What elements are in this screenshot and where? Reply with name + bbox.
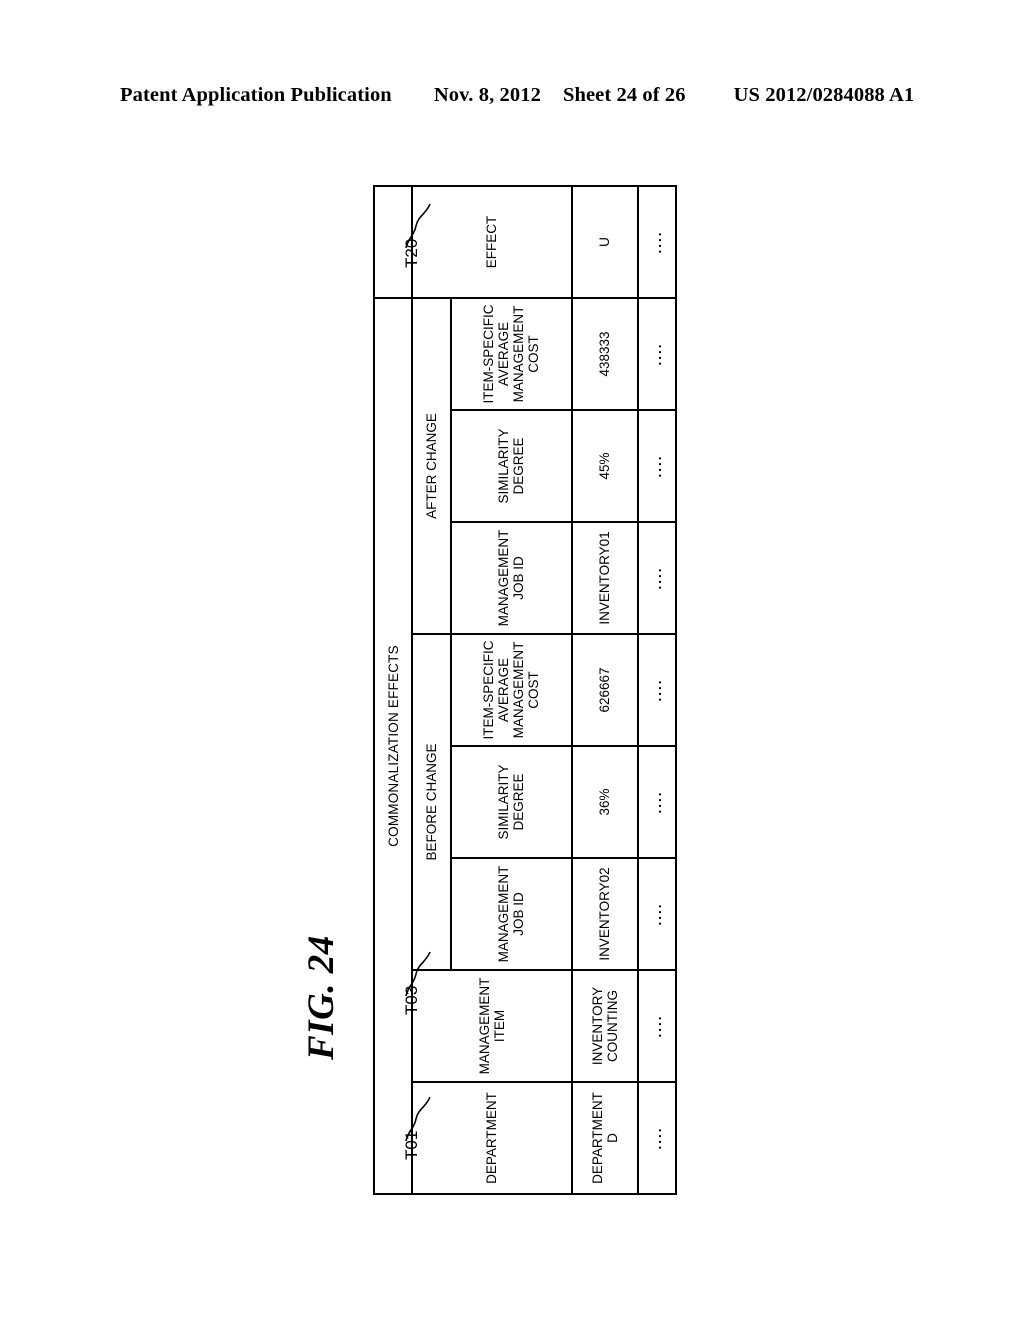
- group-header-after-change: AFTER CHANGE: [412, 298, 451, 634]
- cell-before-similarity: 36%: [571, 746, 638, 858]
- group-header-management-item: MANAGEMENT ITEM: [412, 970, 572, 1082]
- cell-management-item: INVENTORY COUNTING: [571, 970, 638, 1082]
- cell-department-ellipsis: ....: [637, 1082, 676, 1194]
- cell-before-job-id: INVENTORY02: [571, 858, 638, 970]
- group-header-effect: EFFECT: [412, 186, 572, 298]
- patent-header: Patent Application Publication Nov. 8, 2…: [120, 84, 914, 107]
- sub-header-after-job-id: MANAGEMENT JOB ID: [450, 522, 572, 634]
- cell-before-cost-ellipsis: ....: [637, 634, 676, 746]
- table-row: DEPARTMENT D INVENTORY COUNTING INVENTOR…: [571, 186, 638, 1194]
- cell-after-similarity: 45%: [571, 410, 638, 522]
- cell-before-job-id-ellipsis: ....: [637, 858, 676, 970]
- sub-header-before-similarity: SIMILARITY DEGREE: [450, 746, 572, 858]
- cell-before-similarity-ellipsis: ....: [637, 746, 676, 858]
- cell-after-cost-ellipsis: ....: [637, 298, 676, 410]
- cell-after-job-id: INVENTORY01: [571, 522, 638, 634]
- figure-label: FIG. 24: [301, 935, 342, 1060]
- commonalization-effects-table: COMMONALIZATION EFFECTS DEPARTMENT MANAG…: [373, 185, 677, 1195]
- cell-effect-ellipsis: ....: [637, 186, 676, 298]
- cell-after-cost: 438333: [571, 298, 638, 410]
- publication-type: Patent Application Publication: [120, 84, 392, 106]
- title-row-spacer: [374, 186, 413, 298]
- sub-header-before-cost: ITEM-SPECIFIC AVERAGE MANAGEMENT COST: [450, 634, 572, 746]
- group-header-department: DEPARTMENT: [412, 1082, 572, 1194]
- cell-after-job-id-ellipsis: ....: [637, 522, 676, 634]
- table-title-row: COMMONALIZATION EFFECTS: [374, 186, 413, 1194]
- table-title: COMMONALIZATION EFFECTS: [374, 298, 413, 1194]
- cell-after-similarity-ellipsis: ....: [637, 410, 676, 522]
- cell-before-cost: 626667: [571, 634, 638, 746]
- group-header-row: DEPARTMENT MANAGEMENT ITEM BEFORE CHANGE…: [412, 186, 572, 1194]
- cell-effect: U: [571, 186, 638, 298]
- sub-header-after-similarity: SIMILARITY DEGREE: [450, 410, 572, 522]
- figure-table-container: COMMONALIZATION EFFECTS DEPARTMENT MANAG…: [373, 185, 677, 1195]
- group-header-before-change: BEFORE CHANGE: [412, 634, 451, 970]
- publication-number: US 2012/0284088 A1: [733, 84, 915, 106]
- cell-department: DEPARTMENT D: [571, 1082, 638, 1194]
- publication-date: Nov. 8, 2012: [433, 84, 541, 106]
- sub-header-after-cost: ITEM-SPECIFIC AVERAGE MANAGEMENT COST: [450, 298, 572, 410]
- sub-header-before-job-id: MANAGEMENT JOB ID: [450, 858, 572, 970]
- sheet-number: Sheet 24 of 26: [562, 84, 686, 106]
- cell-management-item-ellipsis: ....: [637, 970, 676, 1082]
- table-row: .... .... .... .... .... .... .... .... …: [637, 186, 676, 1194]
